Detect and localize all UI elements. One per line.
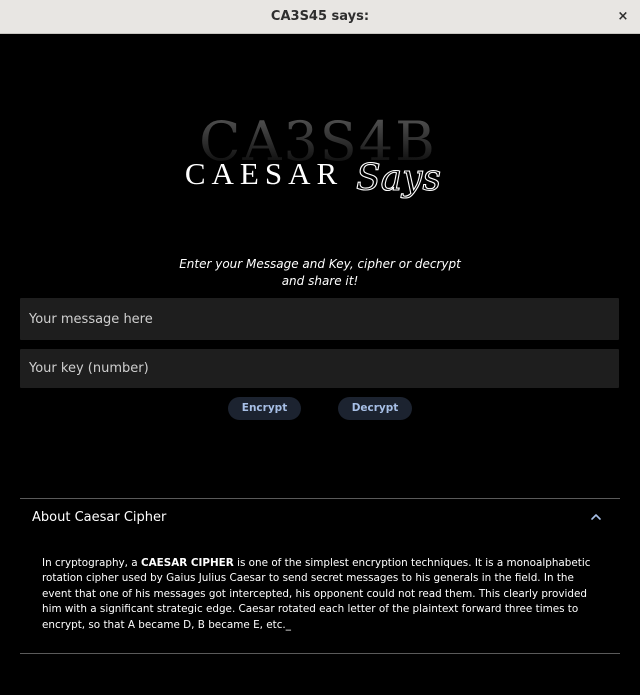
window-title: CA3S45 says:: [270, 9, 370, 24]
instructions-line-2: and share it!: [281, 274, 359, 288]
key-input[interactable]: [20, 349, 619, 388]
caesar-says-logo: CA3S4B CAESAR Says: [170, 110, 470, 220]
accordion-divider-bottom: [20, 653, 620, 654]
logo-script-text: Says: [356, 158, 441, 199]
instructions-line-1: Enter your Message and Key, cipher or de…: [179, 257, 461, 271]
close-icon[interactable]: ×: [612, 6, 634, 28]
instructions-text: Enter your Message and Key, cipher or de…: [120, 256, 520, 290]
about-text-before: In cryptography, a: [42, 557, 141, 569]
logo-main-text: CAESAR: [185, 156, 343, 191]
message-input[interactable]: [20, 298, 619, 340]
decrypt-button[interactable]: Decrypt: [338, 397, 412, 420]
about-accordion-body: In cryptography, a CAESAR CIPHER is one …: [42, 556, 602, 633]
window-titlebar: CA3S45 says: ×: [0, 0, 640, 34]
encrypt-button[interactable]: Encrypt: [228, 397, 301, 420]
about-accordion-title: About Caesar Cipher: [32, 510, 167, 525]
about-accordion-header[interactable]: About Caesar Cipher: [20, 499, 620, 535]
about-text-bold: CAESAR CIPHER: [140, 557, 234, 569]
main-content: CA3S4B CAESAR Says Enter your Message an…: [0, 34, 640, 695]
chevron-up-icon[interactable]: [590, 511, 602, 523]
